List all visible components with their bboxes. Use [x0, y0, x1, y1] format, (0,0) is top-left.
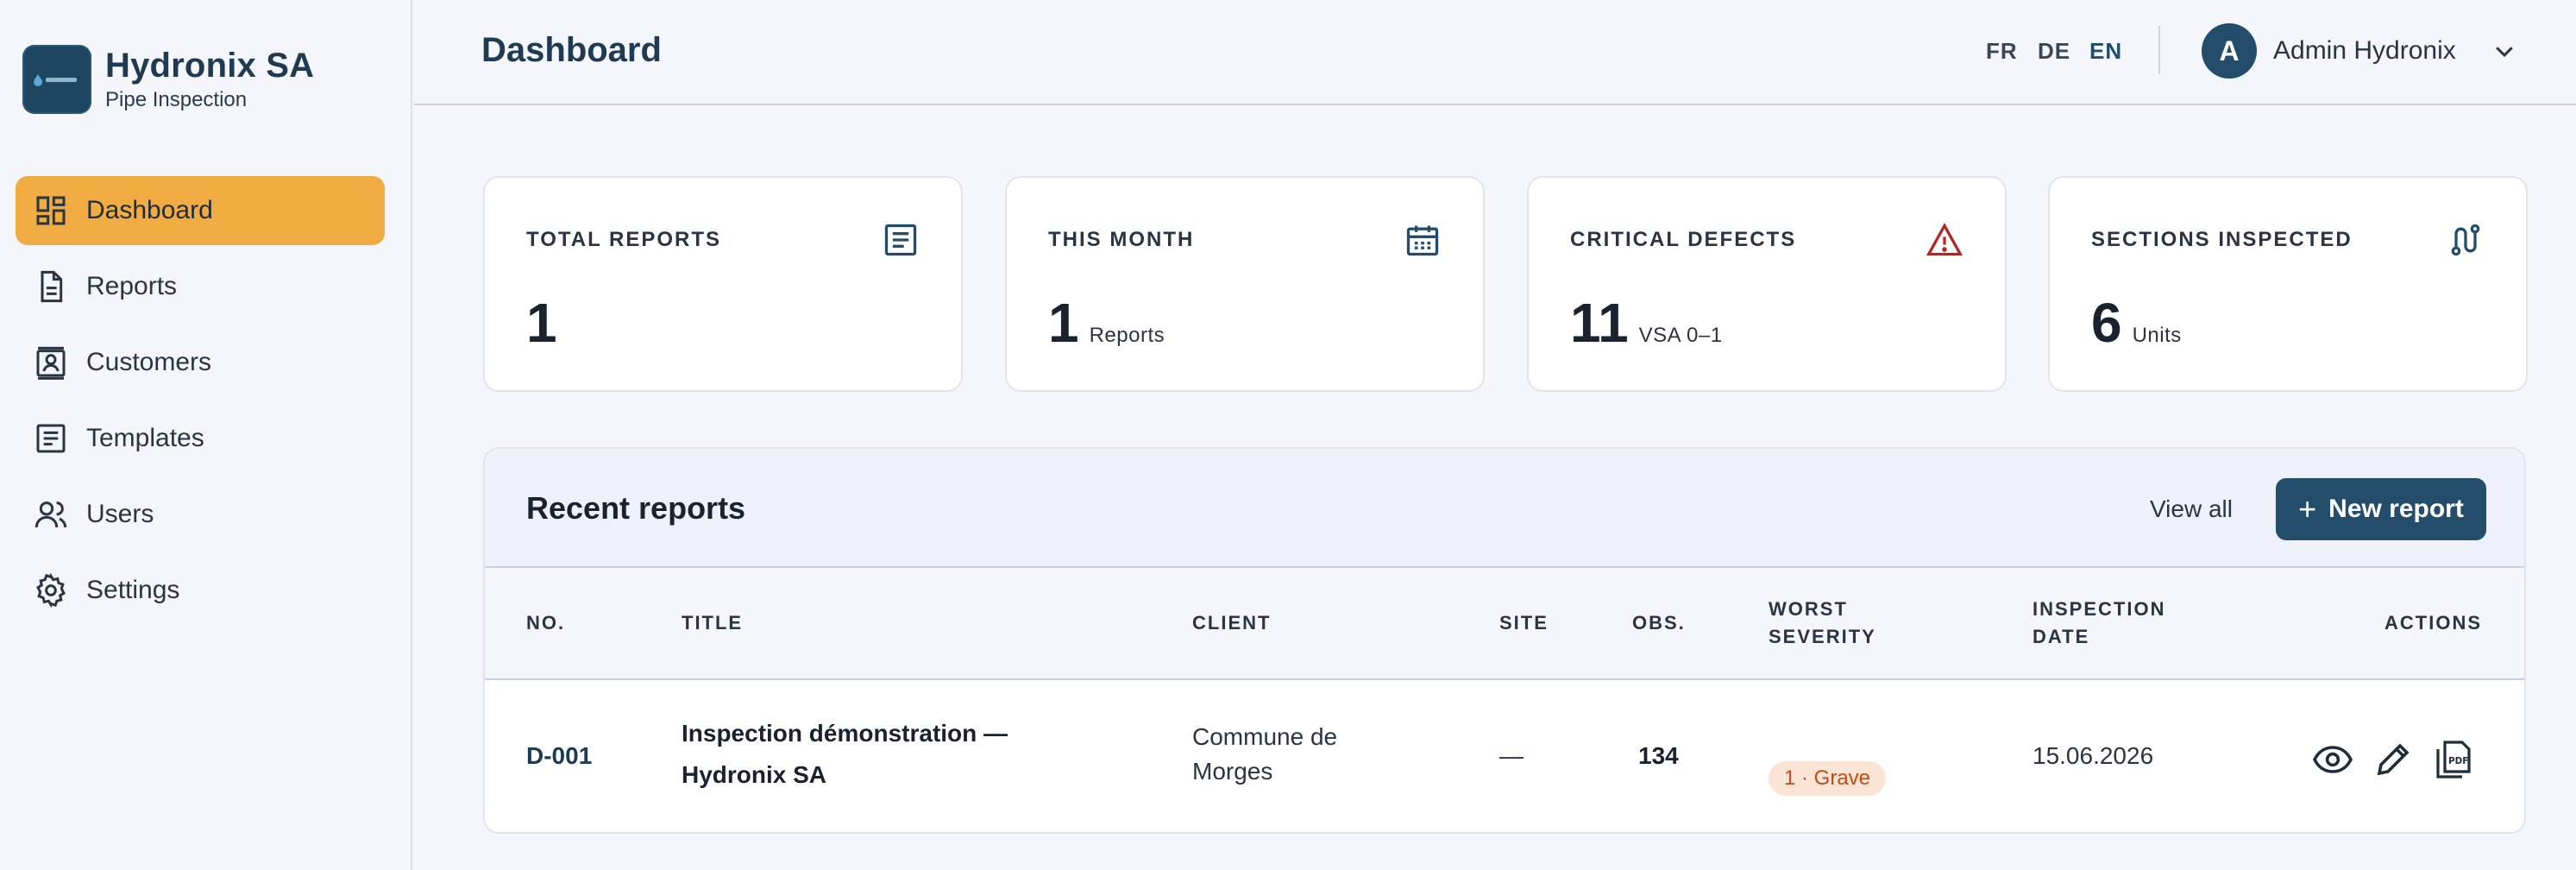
- column-header-actions: ACTIONS: [2384, 612, 2482, 634]
- logo-mark-icon: [34, 74, 77, 86]
- sidebar: Hydronix SA Pipe Inspection Dashboard Re…: [0, 0, 412, 870]
- stat-label: THIS MONTH: [1048, 228, 1195, 251]
- calendar-icon: [1404, 221, 1442, 259]
- column-header-inspection-date[interactable]: INSPECTION DATE: [2033, 596, 2165, 651]
- dashboard-icon: [33, 192, 69, 229]
- sidebar-item-reports[interactable]: Reports: [16, 252, 385, 321]
- sidebar-item-label: Templates: [86, 424, 204, 452]
- sidebar-item-label: Customers: [86, 348, 212, 376]
- user-name[interactable]: Admin Hydronix: [2273, 36, 2456, 66]
- stat-unit: VSA 0–1: [1638, 324, 1723, 347]
- report-client: Commune de Morges: [1192, 723, 1338, 785]
- column-header-no[interactable]: NO.: [526, 609, 565, 637]
- stat-card-this-month: THIS MONTH 1 Reports: [1005, 176, 1485, 392]
- chevron-down-icon[interactable]: [2491, 38, 2517, 64]
- column-header-obs[interactable]: OBS.: [1632, 609, 1686, 637]
- report-title[interactable]: Inspection démonstration — Hydronix SA: [682, 716, 1147, 792]
- column-header-worst-severity[interactable]: WORST SEVERITY: [1769, 596, 1876, 651]
- sidebar-item-templates[interactable]: Templates: [16, 404, 385, 473]
- stat-value: 1: [526, 292, 557, 354]
- pdf-file-icon[interactable]: PDF: [2433, 739, 2474, 780]
- stat-unit: Reports: [1089, 324, 1165, 347]
- customer-card-icon: [33, 344, 69, 381]
- stat-unit: Units: [2132, 324, 2182, 347]
- top-bar: Dashboard FR DE EN A Admin Hydronix: [414, 0, 2576, 105]
- plus-icon: +: [2298, 491, 2317, 526]
- language-fr[interactable]: FR: [1986, 38, 2018, 65]
- page-title: Dashboard: [481, 31, 662, 69]
- table-header: NO. TITLE CLIENT SITE OBS. WORST SEVERITY…: [485, 568, 2524, 680]
- view-all-link[interactable]: View all: [2150, 495, 2233, 523]
- brand-logo: [22, 45, 91, 114]
- edit-pencil-icon[interactable]: [2372, 739, 2414, 780]
- report-number[interactable]: D-001: [526, 739, 592, 773]
- avatar[interactable]: A: [2202, 23, 2257, 79]
- stat-card-critical-defects: CRITICAL DEFECTS 11 VSA 0–1: [1527, 176, 2007, 392]
- recent-reports-panel: Recent reports View all + New report NO.…: [483, 447, 2526, 834]
- brand-name: Hydronix SA: [105, 47, 315, 85]
- gear-icon: [33, 572, 69, 608]
- sidebar-nav: Dashboard Reports Customers Templates Us…: [16, 176, 385, 632]
- stat-label: TOTAL REPORTS: [526, 228, 722, 251]
- sidebar-item-label: Dashboard: [86, 196, 213, 224]
- warning-icon: [1926, 221, 1963, 259]
- new-report-label: New report: [2328, 495, 2464, 523]
- sidebar-item-customers[interactable]: Customers: [16, 328, 385, 397]
- stat-value: 1 Reports: [1048, 292, 1165, 354]
- severity-badge: 1 · Grave: [1769, 761, 1887, 796]
- brand-subtitle: Pipe Inspection: [105, 88, 248, 111]
- report-inspection-date: 15.06.2026: [2033, 742, 2154, 769]
- header-divider: [2158, 26, 2160, 74]
- column-header-title[interactable]: TITLE: [682, 609, 743, 637]
- sidebar-item-label: Users: [86, 500, 154, 528]
- column-header-client[interactable]: CLIENT: [1192, 609, 1271, 637]
- brand: Hydronix SA Pipe Inspection: [22, 45, 314, 114]
- recent-reports-header: Recent reports View all + New report: [485, 449, 2524, 568]
- language-en[interactable]: EN: [2089, 38, 2122, 65]
- column-header-site[interactable]: SITE: [1499, 609, 1549, 637]
- svg-text:PDF: PDF: [2448, 756, 2468, 766]
- new-report-button[interactable]: + New report: [2276, 478, 2486, 540]
- sidebar-item-dashboard[interactable]: Dashboard: [16, 176, 385, 245]
- sidebar-item-users[interactable]: Users: [16, 480, 385, 549]
- stat-value: 11 VSA 0–1: [1570, 292, 1723, 354]
- report-observations: 134: [1638, 742, 1679, 769]
- stat-label: CRITICAL DEFECTS: [1570, 228, 1797, 251]
- report-site: —: [1499, 742, 1524, 769]
- stat-label: SECTIONS INSPECTED: [2091, 228, 2353, 251]
- language-de[interactable]: DE: [2038, 38, 2070, 65]
- sidebar-item-settings[interactable]: Settings: [16, 556, 385, 625]
- sidebar-item-label: Settings: [86, 576, 180, 604]
- pipe-route-icon: [2447, 221, 2485, 259]
- table-row[interactable]: D-001 Inspection démonstration — Hydronix…: [485, 680, 2524, 832]
- stat-card-total-reports: TOTAL REPORTS 1: [483, 176, 963, 392]
- template-icon: [33, 420, 69, 457]
- view-eye-icon[interactable]: [2312, 739, 2353, 780]
- users-icon: [33, 496, 69, 533]
- sidebar-item-label: Reports: [86, 272, 178, 300]
- report-list-icon: [882, 221, 920, 259]
- stat-card-sections-inspected: SECTIONS INSPECTED 6 Units: [2048, 176, 2528, 392]
- stat-value: 6 Units: [2091, 292, 2182, 354]
- recent-reports-title: Recent reports: [526, 490, 746, 526]
- document-icon: [33, 268, 69, 305]
